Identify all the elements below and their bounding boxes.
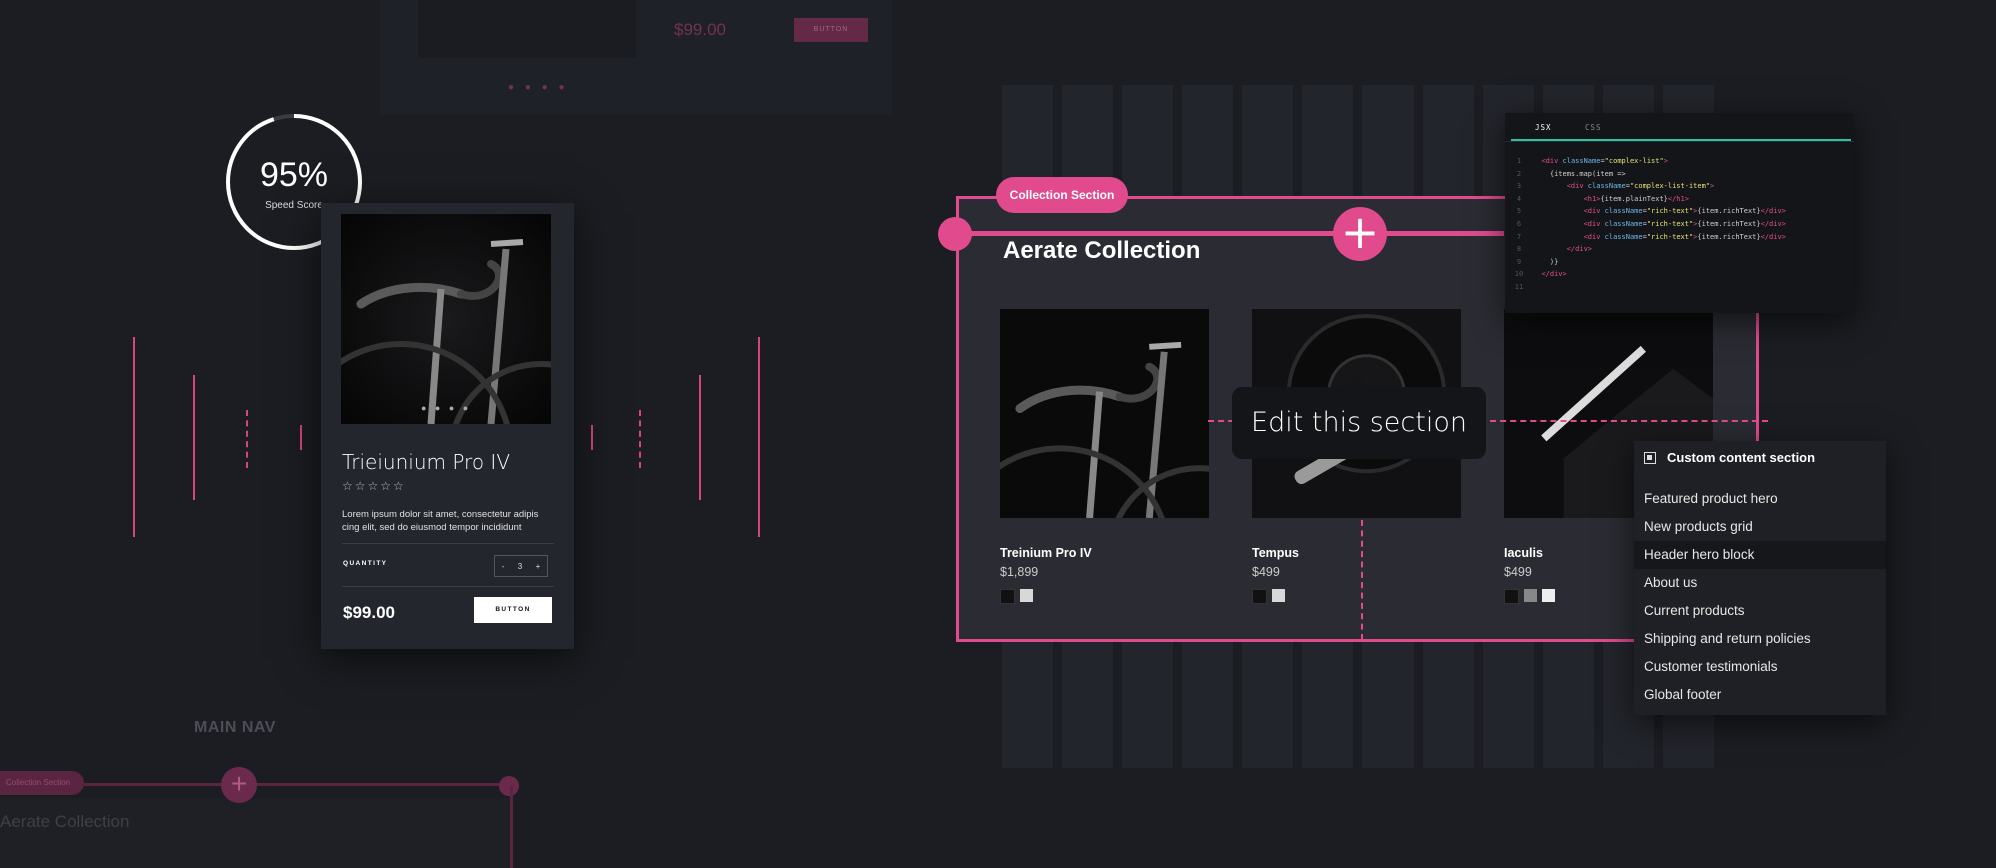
insert-handle-dot[interactable]	[938, 217, 972, 251]
faded-handle-dot	[499, 776, 519, 796]
swatch[interactable]	[1272, 589, 1285, 602]
color-swatches	[1252, 589, 1461, 604]
quantity-minus-button[interactable]: -	[502, 562, 505, 571]
menu-item[interactable]: Shipping and return policies	[1634, 625, 1886, 653]
product-price: $1,899	[1000, 565, 1039, 579]
decor-line	[300, 425, 302, 450]
top-card-carousel-dots: ● ● ● ●	[508, 82, 569, 93]
swatch[interactable]	[1020, 589, 1033, 602]
product-description: Lorem ipsum dolor sit amet, consectetur …	[342, 509, 539, 533]
top-faded-product-card: $99.00 BUTTON ● ● ● ●	[380, 0, 892, 115]
product-button[interactable]: BUTTON	[474, 597, 552, 623]
swatch[interactable]	[1252, 589, 1267, 604]
code-editor-panel[interactable]: JSX CSS 1 <div className="complex-list">…	[1505, 113, 1854, 313]
collection-product-card[interactable]: Treinium Pro IV $1,899	[1000, 309, 1209, 604]
quantity-stepper[interactable]: - 3 +	[494, 555, 548, 577]
code-lines[interactable]: 1 <div className="complex-list"> 2 {item…	[1505, 155, 1854, 294]
faded-section-line	[84, 783, 514, 786]
decor-line	[591, 425, 593, 450]
guide-dashed-vertical	[1361, 520, 1363, 640]
menu-item[interactable]: Featured product hero	[1634, 485, 1886, 513]
decor-dashed-line	[246, 410, 248, 468]
faded-add-icon: +	[221, 767, 257, 803]
faded-collection-title: Aerate Collection	[0, 812, 130, 831]
menu-item[interactable]: Customer testimonials	[1634, 653, 1886, 681]
tab-jsx[interactable]: JSX	[1535, 123, 1552, 132]
menu-item-selected[interactable]: Header hero block	[1634, 541, 1886, 569]
insert-guide-line	[956, 231, 1504, 236]
quantity-label: QUANTITY	[343, 560, 388, 567]
add-section-icon[interactable]: +	[1333, 207, 1387, 261]
divider	[342, 543, 554, 544]
decor-dashed-line	[639, 410, 641, 468]
menu-header: Custom content section	[1644, 450, 1815, 465]
product-name: Trieiunium Pro IV	[342, 450, 511, 474]
mobile-product-card: ● ● ● ● Trieiunium Pro IV ☆☆☆☆☆ Lorem ip…	[321, 203, 574, 649]
swatch[interactable]	[1524, 589, 1537, 602]
top-card-image	[418, 0, 636, 58]
decor-line	[699, 375, 701, 500]
swatch[interactable]	[1542, 589, 1555, 602]
main-nav-label: MAIN NAV	[194, 719, 276, 736]
product-rating-stars[interactable]: ☆☆☆☆☆	[342, 479, 406, 493]
divider	[342, 586, 554, 587]
menu-title: Custom content section	[1667, 450, 1816, 465]
top-card-price: $99.00	[674, 20, 726, 39]
color-swatches	[1000, 589, 1209, 604]
menu-item[interactable]: New products grid	[1634, 513, 1886, 541]
menu-item[interactable]: About us	[1634, 569, 1886, 597]
decor-line	[133, 337, 135, 537]
faded-vertical-line	[510, 786, 513, 868]
speed-score-value: 95%	[259, 156, 329, 194]
quantity-plus-button[interactable]: +	[536, 562, 541, 571]
product-image-bike	[341, 214, 551, 424]
collection-title: Aerate Collection	[1003, 237, 1201, 264]
decor-line	[758, 337, 760, 537]
tab-css[interactable]: CSS	[1585, 123, 1602, 132]
product-image-bike	[1000, 309, 1209, 518]
swatch[interactable]	[1000, 589, 1015, 604]
decor-line	[193, 375, 195, 500]
faded-section-tag: Collection Section	[0, 771, 84, 795]
active-tab-underline	[1511, 139, 1851, 141]
carousel-dots[interactable]: ● ● ● ●	[421, 403, 471, 413]
gear-icon	[1644, 451, 1656, 464]
product-price: $499	[1252, 565, 1280, 579]
product-name: Tempus	[1252, 546, 1299, 560]
edit-section-tooltip[interactable]: Edit this section	[1232, 387, 1486, 459]
tooltip-arrow	[1349, 374, 1369, 388]
product-price: $99.00	[343, 603, 395, 622]
faded-section-box	[0, 798, 510, 868]
product-name: Treinium Pro IV	[1000, 546, 1092, 560]
menu-item[interactable]: Current products	[1634, 597, 1886, 625]
collection-section-tag[interactable]: Collection Section	[996, 177, 1128, 213]
custom-content-menu[interactable]: Custom content section Featured product …	[1634, 441, 1886, 715]
menu-item[interactable]: Global footer	[1634, 681, 1886, 709]
top-card-button[interactable]: BUTTON	[794, 18, 868, 42]
code-editor-tabs: JSX CSS	[1505, 113, 1854, 142]
quantity-value: 3	[517, 561, 523, 571]
swatch[interactable]	[1504, 589, 1519, 604]
